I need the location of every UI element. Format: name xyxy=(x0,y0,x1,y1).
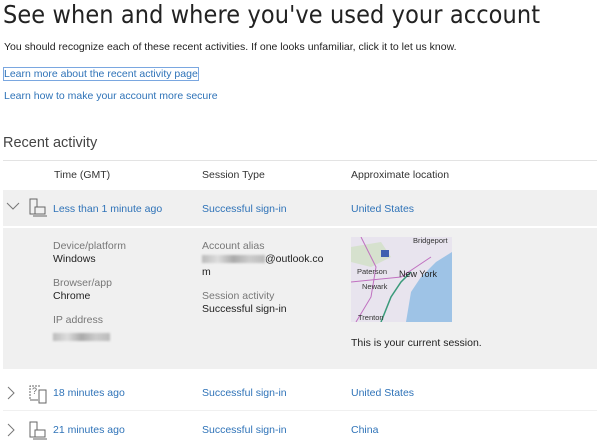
learn-more-link[interactable]: Learn more about the recent activity pag… xyxy=(3,67,199,81)
column-header-location: Approximate location xyxy=(351,169,450,181)
unknown-device-icon: ? xyxy=(27,383,49,410)
alias-domain: @outlook.co xyxy=(265,253,324,265)
map-label: New York xyxy=(399,269,438,279)
device-label: Device/platform xyxy=(53,240,126,252)
page-subtitle: You should recognize each of these recen… xyxy=(4,41,457,53)
chevron-right-icon[interactable] xyxy=(6,386,16,405)
location-map: Bridgeport Paterson New York Newark Tren… xyxy=(351,237,452,322)
browser-value: Chrome xyxy=(53,290,91,302)
divider xyxy=(3,160,597,161)
divider xyxy=(3,410,597,411)
activity-value: Successful sign-in xyxy=(202,303,287,315)
current-session-note: This is your current session. xyxy=(351,337,482,349)
chevron-down-icon[interactable] xyxy=(6,199,20,214)
map-label: Trenton xyxy=(358,313,384,322)
secure-account-link[interactable]: Learn how to make your account more secu… xyxy=(4,90,218,102)
browser-label: Browser/app xyxy=(53,277,112,289)
row-location[interactable]: United States xyxy=(351,387,414,399)
chevron-right-icon[interactable] xyxy=(6,423,16,442)
activity-label: Session activity xyxy=(202,290,275,302)
page-title: See when and where you've used your acco… xyxy=(3,0,541,29)
desktop-laptop-icon xyxy=(27,198,49,223)
map-label: Bridgeport xyxy=(413,237,448,245)
row-session[interactable]: Successful sign-in xyxy=(202,387,287,399)
row-time[interactable]: 21 minutes ago xyxy=(53,424,125,436)
device-value: Windows xyxy=(53,253,96,265)
row-location[interactable]: United States xyxy=(351,203,414,215)
column-header-time: Time (GMT) xyxy=(54,169,111,181)
svg-text:?: ? xyxy=(32,386,37,396)
alias-label: Account alias xyxy=(202,240,265,252)
column-header-session: Session Type xyxy=(202,169,265,181)
row-time[interactable]: 18 minutes ago xyxy=(53,387,125,399)
desktop-laptop-icon xyxy=(27,421,49,446)
row-session[interactable]: Successful sign-in xyxy=(202,424,287,436)
map-label: Paterson xyxy=(357,267,388,276)
map-label: Newark xyxy=(362,282,388,291)
row-session[interactable]: Successful sign-in xyxy=(202,203,287,215)
ip-value-redacted xyxy=(53,328,110,346)
ip-label: IP address xyxy=(53,314,104,326)
section-title: Recent activity xyxy=(3,135,98,151)
alias-wrap: m xyxy=(202,266,211,278)
row-location[interactable]: China xyxy=(351,424,378,436)
alias-value: @outlook.co xyxy=(202,253,324,265)
row-time[interactable]: Less than 1 minute ago xyxy=(53,203,162,215)
